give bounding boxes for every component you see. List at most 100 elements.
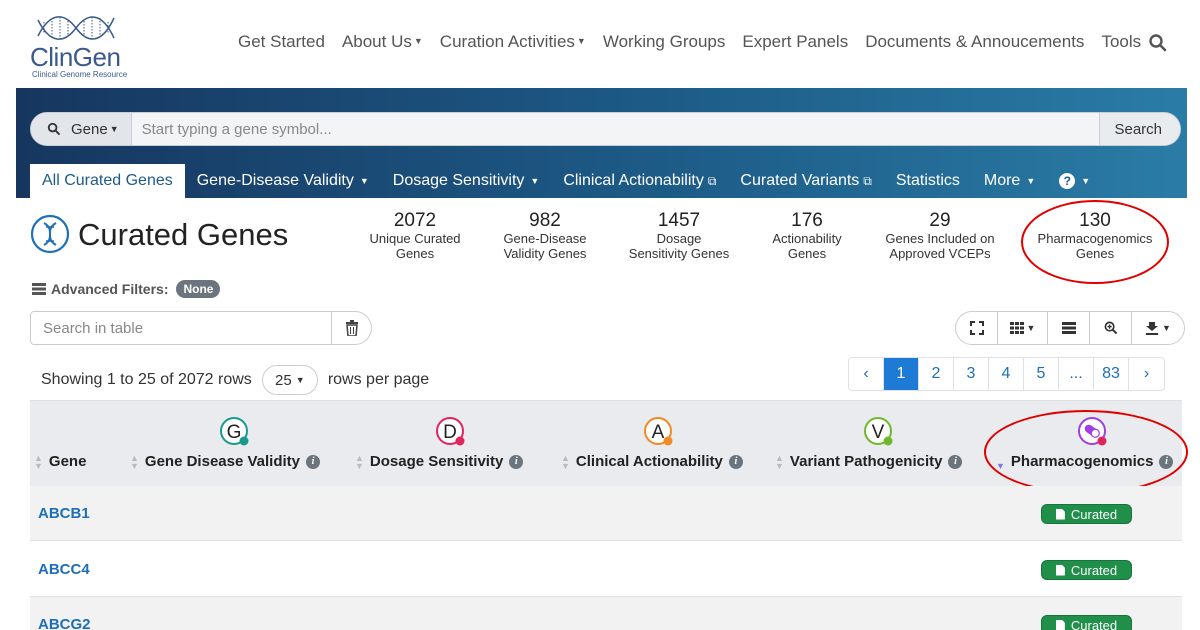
- search-type-dropdown[interactable]: Gene ▼: [31, 113, 132, 145]
- nav-working-groups[interactable]: Working Groups: [603, 32, 726, 52]
- tab-clinical-actionability[interactable]: Clinical Actionability ⧉: [551, 164, 728, 198]
- stat-label: Dosage: [656, 231, 702, 246]
- page-1[interactable]: 1: [884, 358, 919, 390]
- clingen-logo[interactable]: ClinGen Clinical Genome Resource: [30, 8, 130, 80]
- curated-badge[interactable]: Curated: [1041, 504, 1132, 524]
- column-dosage-sensitivity[interactable]: ▲ ▼ Dosage Sensitivity i: [355, 453, 524, 470]
- search-icon: [47, 122, 60, 135]
- highlight-annotation-column: [984, 410, 1188, 494]
- tab-label: More: [983, 172, 1021, 189]
- caret-down-icon: ▼: [295, 375, 305, 385]
- stat-label: Sensitivity Genes: [628, 246, 730, 261]
- page-3[interactable]: 3: [954, 358, 989, 390]
- page-83[interactable]: 83: [1094, 358, 1129, 390]
- caret-down-icon: ▼: [1026, 323, 1036, 333]
- rows-per-page-label: rows per page: [327, 371, 430, 388]
- columns-button[interactable]: ▼: [998, 312, 1048, 344]
- nav-about-us[interactable]: About Us ▼: [342, 32, 423, 52]
- external-link-icon: ⧉: [863, 173, 872, 188]
- column-label: Variant Pathogenicity: [789, 453, 943, 470]
- tab-dosage-sensitivity[interactable]: Dosage Sensitivity ▼: [381, 164, 552, 198]
- column-clinical-actionability[interactable]: ▲ ▼ Clinical Actionability i: [561, 453, 743, 470]
- page-4[interactable]: 4: [989, 358, 1024, 390]
- sort-icon: ▲ ▼: [561, 452, 570, 471]
- toggle-view-button[interactable]: [1048, 312, 1090, 344]
- nav-label: Tools: [1101, 32, 1142, 51]
- clear-search-button[interactable]: [331, 312, 371, 344]
- info-icon[interactable]: i: [948, 454, 963, 469]
- svg-text:D: D: [443, 422, 457, 443]
- stat-value: 176: [791, 210, 823, 231]
- tab-label: Clinical Actionability: [563, 172, 704, 189]
- stat-value: 29: [929, 210, 951, 231]
- column-label: Gene: [48, 453, 87, 470]
- info-icon[interactable]: i: [728, 454, 743, 469]
- table-toolbar: ▼ ▼: [955, 311, 1185, 345]
- tab-help[interactable]: ? ▼: [1047, 164, 1102, 198]
- caret-down-icon: ▼: [109, 124, 119, 134]
- search-type-label: Gene: [71, 120, 108, 138]
- tab-all-curated-genes[interactable]: All Curated Genes: [30, 164, 185, 198]
- expand-icon: [969, 321, 984, 335]
- page-next[interactable]: ›: [1129, 358, 1164, 390]
- filter-status-badge: None: [176, 280, 221, 298]
- nav-label: About Us: [341, 32, 412, 51]
- tab-label: Gene-Disease Validity: [196, 172, 354, 189]
- nav-expert-panels[interactable]: Expert Panels: [742, 32, 848, 52]
- tab-curated-variants[interactable]: Curated Variants ⧉: [728, 164, 883, 198]
- tab-statistics[interactable]: Statistics: [884, 164, 972, 198]
- nav-curation-activities[interactable]: Curation Activities ▼: [440, 32, 586, 52]
- logo-name: ClinGen: [30, 42, 121, 72]
- badge-label: Curated: [1070, 617, 1118, 630]
- page-5[interactable]: 5: [1024, 358, 1059, 390]
- column-variant-pathogenicity[interactable]: ▲ ▼ Variant Pathogenicity i: [775, 452, 963, 471]
- gene-link[interactable]: ABCG2: [38, 616, 91, 630]
- column-gene-disease-validity[interactable]: ▲ ▼ Gene Disease Validity i: [130, 453, 321, 470]
- advanced-filters[interactable]: Advanced Filters: None: [32, 280, 221, 298]
- nav-documents[interactable]: Documents & Annoucements: [865, 32, 1084, 52]
- rows-per-page-select[interactable]: 25 ▼: [261, 365, 318, 395]
- main-menu: Get Started About Us ▼ Curation Activitie…: [238, 32, 1158, 52]
- search-icon[interactable]: [1148, 33, 1168, 53]
- stat-actionability: 176 Actionability Genes: [757, 210, 857, 262]
- stat-value: 982: [529, 210, 561, 231]
- fullscreen-button[interactable]: [956, 312, 998, 344]
- nav-get-started[interactable]: Get Started: [238, 32, 325, 52]
- curated-badge[interactable]: Curated: [1041, 560, 1132, 580]
- stat-label: Unique Curated: [369, 231, 461, 246]
- nav-tools[interactable]: Tools: [1101, 32, 1141, 52]
- gene-validity-icon: G: [220, 417, 249, 446]
- column-label: Dosage Sensitivity: [369, 453, 504, 470]
- page-2[interactable]: 2: [919, 358, 954, 390]
- table-search-input[interactable]: [31, 312, 331, 344]
- svg-text:G: G: [227, 422, 242, 443]
- stat-label: Validity Genes: [503, 246, 587, 261]
- column-label: Gene Disease Validity: [144, 453, 301, 470]
- gene-search-bar: Gene▼ Search: [30, 112, 1181, 146]
- caret-down-icon: ▼: [413, 36, 423, 46]
- zoom-button[interactable]: [1090, 312, 1132, 344]
- tab-more[interactable]: More ▼: [972, 164, 1047, 198]
- info-icon[interactable]: i: [509, 454, 524, 469]
- pagination-info: Showing 1 to 25 of 2072 rows 25 ▼ rows pe…: [41, 365, 429, 395]
- gene-link[interactable]: ABCC4: [38, 561, 90, 578]
- document-icon: [1055, 508, 1065, 520]
- dna-icon: [30, 214, 70, 254]
- curated-badge[interactable]: Curated: [1041, 615, 1132, 630]
- page-prev[interactable]: ‹: [849, 358, 884, 390]
- stat-value: 1457: [657, 210, 701, 231]
- table-search: [30, 311, 372, 345]
- gene-search-input[interactable]: [131, 113, 1100, 145]
- info-icon[interactable]: i: [306, 454, 321, 469]
- tab-gene-disease-validity[interactable]: Gene-Disease Validity ▼: [185, 164, 381, 198]
- gene-link[interactable]: ABCB1: [38, 505, 90, 522]
- sort-icon: ▲ ▼: [775, 452, 784, 471]
- nav-label: Working Groups: [602, 32, 726, 51]
- list-icon: [1061, 322, 1076, 334]
- nav-label: Curation Activities: [439, 32, 575, 51]
- column-gene[interactable]: ▲ ▼ Gene: [34, 453, 86, 470]
- export-button[interactable]: ▼: [1132, 312, 1184, 344]
- search-button[interactable]: Search: [1099, 113, 1180, 145]
- stat-label: Actionability: [772, 231, 842, 246]
- svg-text:V: V: [872, 422, 885, 443]
